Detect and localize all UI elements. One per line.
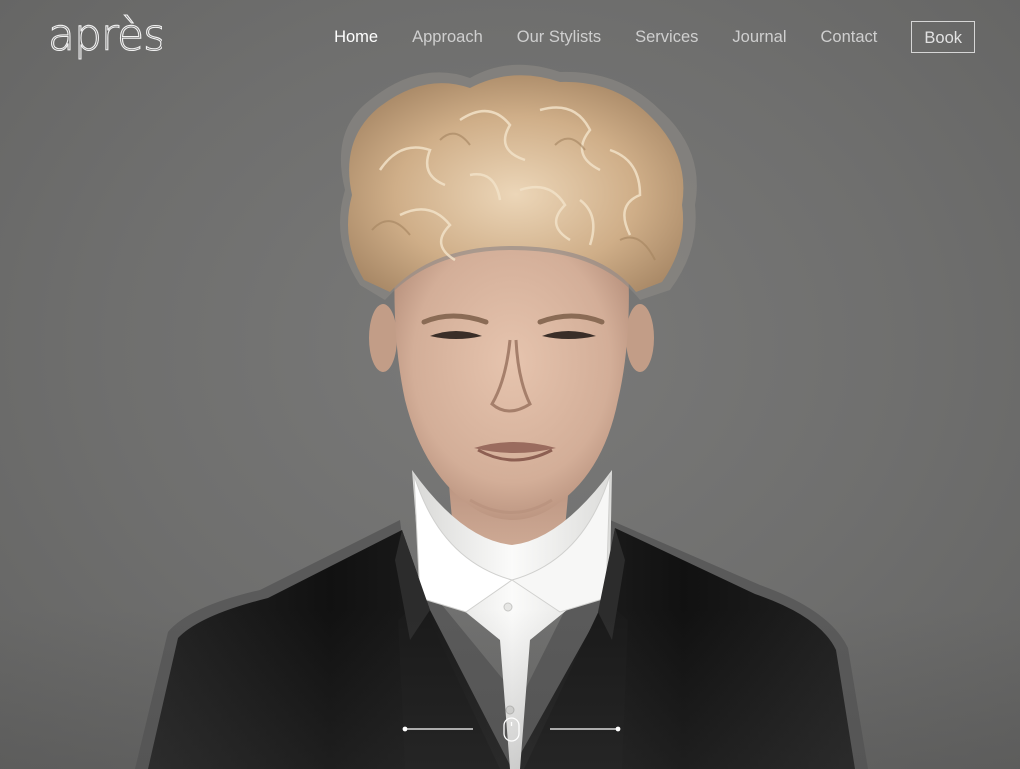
book-button[interactable]: Book <box>911 21 975 53</box>
scroll-line-right <box>550 726 621 732</box>
nav-item-contact[interactable]: Contact <box>821 20 878 54</box>
logo-text: après <box>48 10 162 61</box>
main-navigation: Home Approach Our Stylists Services Jour… <box>334 20 975 54</box>
apres-logo[interactable]: après <box>46 10 162 70</box>
nav-item-approach[interactable]: Approach <box>412 20 483 54</box>
nav-item-services[interactable]: Services <box>635 20 698 54</box>
mouse-icon <box>503 717 520 742</box>
nav-item-home[interactable]: Home <box>334 20 378 54</box>
scroll-line-left <box>402 726 473 732</box>
hero-section: après Home Approach Our Stylists Service… <box>0 0 1020 769</box>
nav-item-journal[interactable]: Journal <box>732 20 786 54</box>
scroll-indicator[interactable] <box>402 716 624 744</box>
hero-portrait-image <box>135 64 868 769</box>
nav-item-our-stylists[interactable]: Our Stylists <box>517 20 601 54</box>
